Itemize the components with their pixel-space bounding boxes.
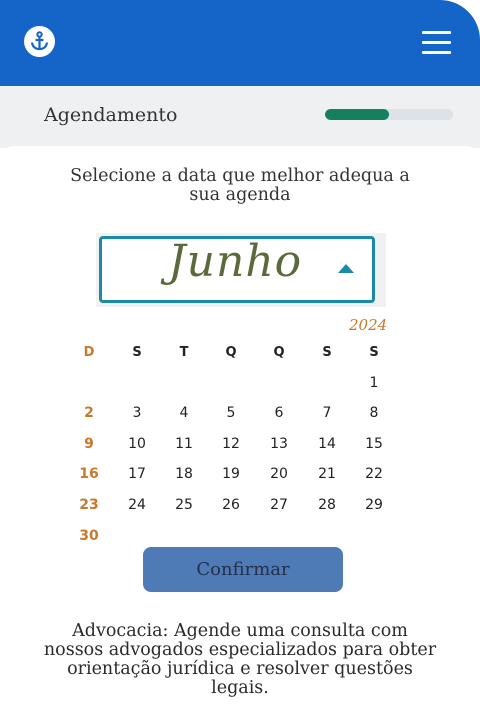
footer-description: Advocacia: Agende uma consulta com nosso… bbox=[43, 621, 437, 698]
calendar-day[interactable]: 20 bbox=[264, 463, 294, 485]
calendar-day[interactable]: 21 bbox=[312, 463, 342, 485]
app-header bbox=[0, 0, 480, 86]
calendar-day[interactable]: 8 bbox=[359, 402, 389, 424]
calendar-day[interactable]: 23 bbox=[74, 494, 104, 516]
caret-up-icon[interactable] bbox=[338, 264, 354, 273]
calendar-day[interactable]: 16 bbox=[74, 463, 104, 485]
weekday-label: Q bbox=[225, 345, 237, 360]
calendar-day[interactable]: 13 bbox=[264, 433, 294, 455]
calendar-day[interactable]: 10 bbox=[122, 433, 152, 455]
calendar-day[interactable]: 18 bbox=[169, 463, 199, 485]
weekday-label: T bbox=[179, 345, 189, 360]
menu-line bbox=[422, 31, 451, 34]
instruction-text: Selecione a data que melhor adequa a sua… bbox=[70, 166, 410, 205]
hamburger-menu-icon[interactable] bbox=[422, 30, 452, 56]
calendar-day[interactable]: 11 bbox=[169, 433, 199, 455]
calendar-day[interactable]: 27 bbox=[264, 494, 294, 516]
calendar-day[interactable]: 24 bbox=[122, 494, 152, 516]
menu-line bbox=[422, 41, 451, 44]
menu-line bbox=[422, 51, 451, 54]
progress-fill bbox=[325, 109, 389, 120]
step-title: Agendamento bbox=[44, 104, 178, 126]
month-value: Junho bbox=[168, 236, 303, 287]
calendar-day[interactable]: 3 bbox=[122, 402, 152, 424]
calendar-day[interactable]: 12 bbox=[216, 433, 246, 455]
calendar-day[interactable]: 4 bbox=[169, 402, 199, 424]
weekday-label: S bbox=[132, 345, 142, 360]
weekday-label: S bbox=[322, 345, 332, 360]
calendar-day[interactable]: 22 bbox=[359, 463, 389, 485]
calendar-day[interactable]: 19 bbox=[216, 463, 246, 485]
weekday-label: S bbox=[369, 345, 379, 360]
calendar-day[interactable]: 7 bbox=[312, 402, 342, 424]
anchor-logo-icon[interactable] bbox=[24, 26, 55, 57]
calendar-day[interactable]: 30 bbox=[74, 525, 104, 547]
calendar-day[interactable]: 1 bbox=[359, 372, 389, 394]
weekday-label: Q bbox=[273, 345, 285, 360]
calendar-day[interactable]: 17 bbox=[122, 463, 152, 485]
calendar-day[interactable]: 29 bbox=[359, 494, 389, 516]
calendar-day[interactable]: 9 bbox=[74, 433, 104, 455]
calendar-day[interactable]: 5 bbox=[216, 402, 246, 424]
calendar-day[interactable]: 25 bbox=[169, 494, 199, 516]
progress-bar bbox=[325, 109, 453, 120]
confirm-button[interactable]: Confirmar bbox=[143, 547, 343, 592]
calendar-year: 2024 bbox=[349, 316, 388, 334]
calendar-day[interactable]: 28 bbox=[312, 494, 342, 516]
weekday-label: D bbox=[83, 345, 95, 360]
calendar-day[interactable]: 2 bbox=[74, 402, 104, 424]
calendar-day[interactable]: 14 bbox=[312, 433, 342, 455]
calendar-day[interactable]: 26 bbox=[216, 494, 246, 516]
calendar-day[interactable]: 6 bbox=[264, 402, 294, 424]
calendar-day[interactable]: 15 bbox=[359, 433, 389, 455]
